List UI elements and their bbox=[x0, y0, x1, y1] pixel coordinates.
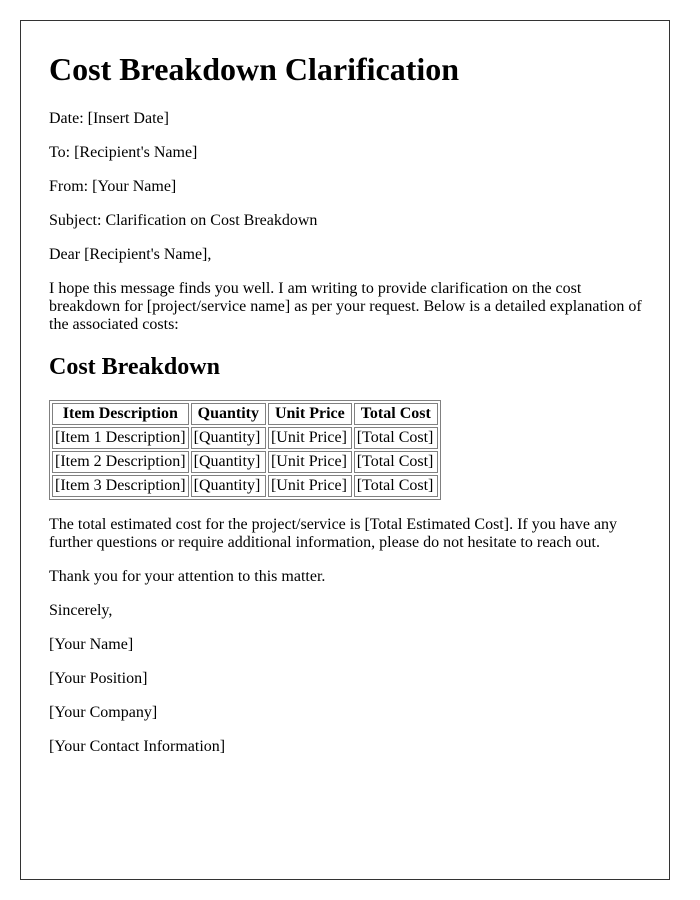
table-cell: [Quantity] bbox=[190, 451, 266, 474]
subject-line: Subject: Clarification on Cost Breakdown bbox=[49, 211, 318, 229]
intro-paragraph: I hope this message finds you well. I am… bbox=[49, 279, 642, 333]
signature-name: [Your Name] bbox=[49, 636, 134, 654]
table-cell: [Unit Price] bbox=[267, 475, 352, 498]
thanks-line: Thank you for your attention to this mat… bbox=[49, 568, 326, 586]
column-header: Item Description bbox=[52, 403, 189, 426]
table-header-row: Item Description Quantity Unit Price Tot… bbox=[52, 403, 438, 426]
table-cell: [Quantity] bbox=[190, 475, 266, 498]
column-header: Unit Price bbox=[267, 403, 352, 426]
table-row: [Item 1 Description] [Quantity] [Unit Pr… bbox=[52, 427, 438, 450]
table-cell: [Item 1 Description] bbox=[52, 427, 189, 450]
salutation: Dear [Recipient's Name], bbox=[49, 245, 212, 263]
letter-container: Cost Breakdown Clarification Date: [Inse… bbox=[20, 20, 670, 880]
table-cell: [Unit Price] bbox=[267, 427, 352, 450]
cost-table: Item Description Quantity Unit Price Tot… bbox=[49, 400, 441, 501]
table-row: [Item 2 Description] [Quantity] [Unit Pr… bbox=[52, 451, 438, 474]
closing-line: Sincerely, bbox=[49, 602, 113, 620]
table-cell: [Total Cost] bbox=[353, 427, 438, 450]
to-line: To: [Recipient's Name] bbox=[49, 143, 198, 161]
signature-position: [Your Position] bbox=[49, 670, 148, 688]
table-cell: [Unit Price] bbox=[267, 451, 352, 474]
table-cell: [Total Cost] bbox=[353, 475, 438, 498]
date-line: Date: [Insert Date] bbox=[49, 109, 169, 127]
column-header: Total Cost bbox=[353, 403, 438, 426]
summary-paragraph: The total estimated cost for the project… bbox=[49, 516, 618, 552]
table-row: [Item 3 Description] [Quantity] [Unit Pr… bbox=[52, 475, 438, 498]
table-cell: [Quantity] bbox=[190, 427, 266, 450]
column-header: Quantity bbox=[190, 403, 266, 426]
signature-contact: [Your Contact Information] bbox=[49, 738, 226, 756]
table-cell: [Item 2 Description] bbox=[52, 451, 189, 474]
letter-title: Cost Breakdown Clarification bbox=[49, 51, 460, 87]
section-heading: Cost Breakdown bbox=[49, 353, 220, 380]
from-line: From: [Your Name] bbox=[49, 177, 177, 195]
signature-company: [Your Company] bbox=[49, 704, 158, 722]
table-cell: [Total Cost] bbox=[353, 451, 438, 474]
table-cell: [Item 3 Description] bbox=[52, 475, 189, 498]
